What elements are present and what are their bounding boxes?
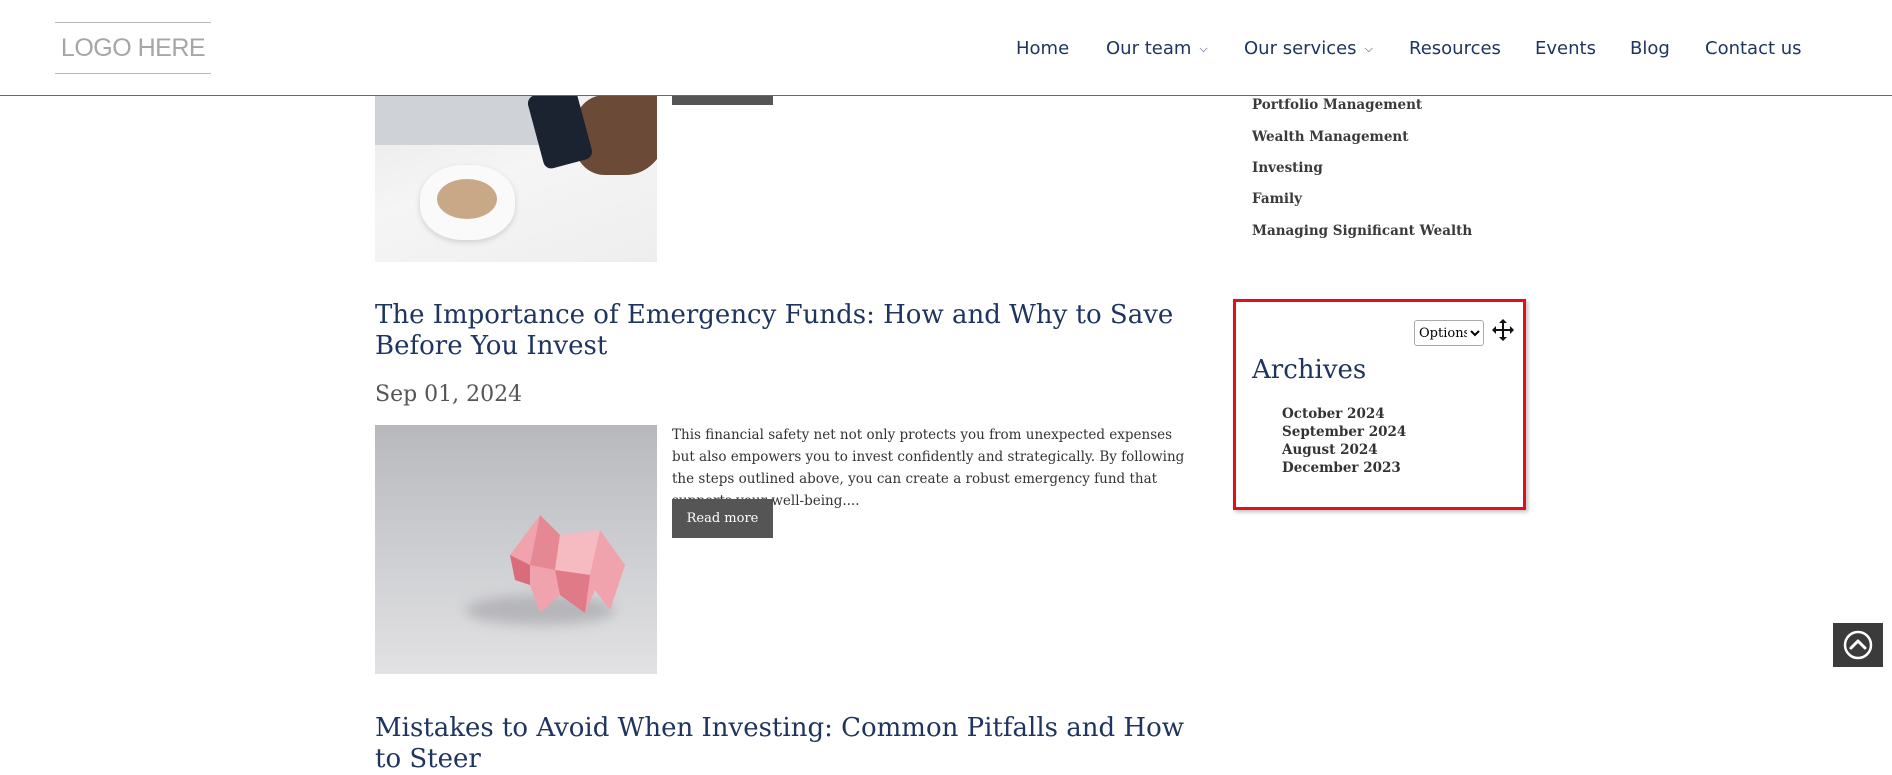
main-nav: Home Our team ⌵ Our services ⌵ Resources E… xyxy=(0,0,1892,95)
post-title[interactable]: Mistakes to Avoid When Investing: Common… xyxy=(375,713,1205,775)
nav-home[interactable]: Home xyxy=(1016,38,1069,59)
archive-link[interactable]: October 2024 xyxy=(1282,406,1385,422)
nav-our-services-label: Our services xyxy=(1244,38,1357,59)
archive-link[interactable]: September 2024 xyxy=(1282,424,1406,440)
chevron-down-icon: ⌵ xyxy=(1364,42,1373,55)
nav-events-label: Events xyxy=(1535,38,1596,59)
archive-link[interactable]: August 2024 xyxy=(1282,442,1378,458)
move-arrows-icon[interactable] xyxy=(1491,318,1515,342)
nav-blog[interactable]: Blog xyxy=(1630,38,1670,59)
archive-link[interactable]: December 2023 xyxy=(1282,460,1401,476)
category-link[interactable]: Wealth Management xyxy=(1252,129,1408,145)
options-dropdown[interactable]: Options xyxy=(1414,320,1484,346)
nav-our-team[interactable]: Our team ⌵ xyxy=(1106,38,1208,59)
chevron-down-icon: ⌵ xyxy=(1199,42,1208,55)
nav-our-services[interactable]: Our services ⌵ xyxy=(1244,38,1373,59)
nav-events[interactable]: Events xyxy=(1535,38,1596,59)
nav-home-label: Home xyxy=(1016,38,1070,59)
nav-contact-us-label: Contact us xyxy=(1705,38,1802,59)
category-link[interactable]: Investing xyxy=(1252,160,1323,176)
category-link[interactable]: Managing Significant Wealth xyxy=(1252,223,1472,239)
nav-contact-us[interactable]: Contact us xyxy=(1705,38,1802,59)
read-more-button-previous[interactable] xyxy=(672,95,773,105)
category-link[interactable]: Portfolio Management xyxy=(1252,97,1422,113)
post-date: Sep 01, 2024 xyxy=(375,382,523,407)
read-more-button[interactable]: Read more xyxy=(672,499,773,538)
post-thumbnail-previous[interactable] xyxy=(375,95,657,262)
site-header: LOGO HERE Home Our team ⌵ Our services ⌵ R… xyxy=(0,0,1892,96)
scroll-to-top-button[interactable] xyxy=(1833,623,1883,667)
origami-pig-image xyxy=(510,515,625,613)
nav-our-team-label: Our team xyxy=(1106,38,1192,59)
post-thumbnail[interactable] xyxy=(375,425,657,674)
nav-resources-label: Resources xyxy=(1409,38,1501,59)
chevron-up-circle-icon xyxy=(1843,630,1873,660)
archives-heading: Archives xyxy=(1252,355,1367,385)
coffee-shape xyxy=(437,179,497,219)
post-title[interactable]: The Importance of Emergency Funds: How a… xyxy=(375,300,1205,362)
nav-resources[interactable]: Resources xyxy=(1409,38,1501,59)
nav-blog-label: Blog xyxy=(1630,38,1670,59)
category-link[interactable]: Family xyxy=(1252,191,1302,207)
